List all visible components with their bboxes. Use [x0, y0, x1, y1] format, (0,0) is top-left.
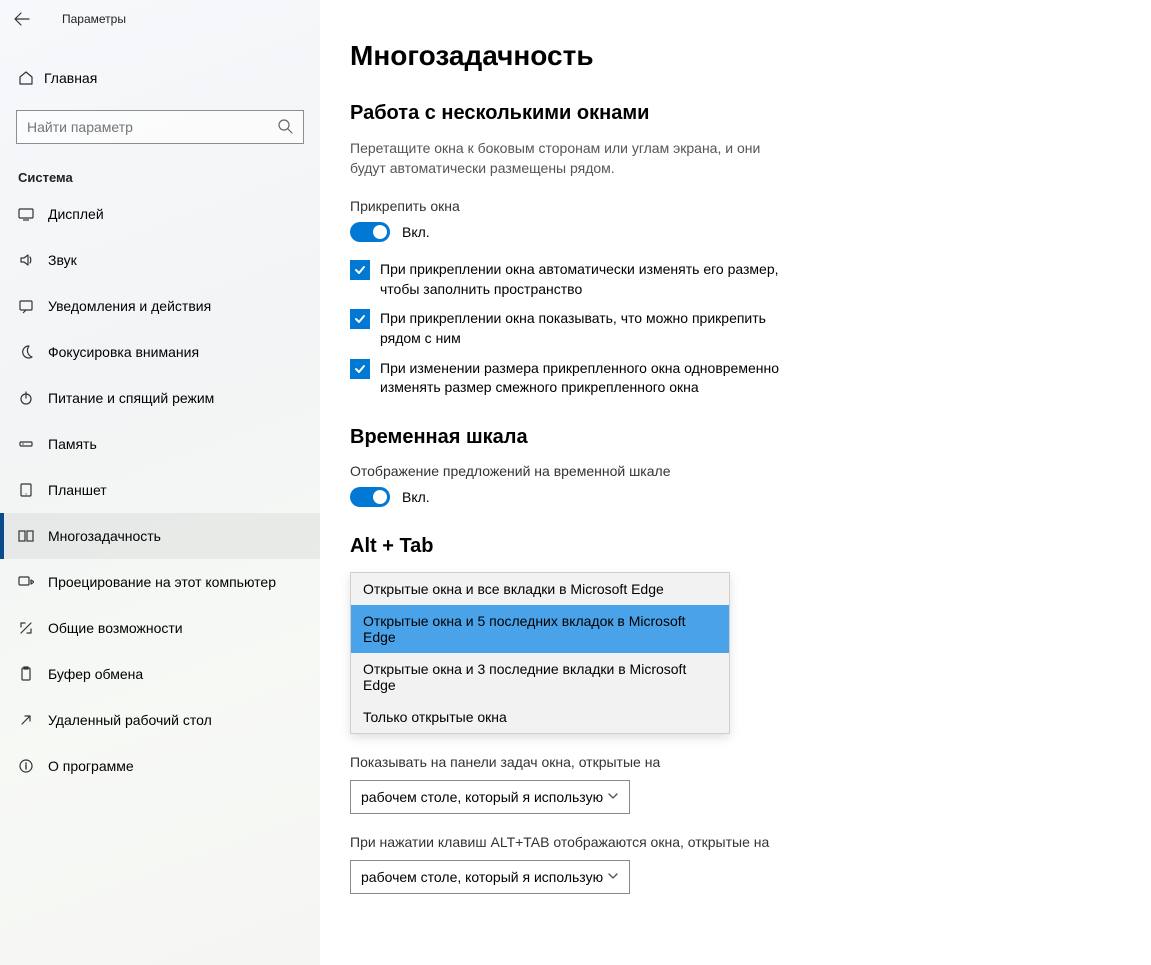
timeline-desc: Отображение предложений на временной шка… — [350, 463, 1151, 479]
snap-check-2: При прикреплении окна показывать, что мо… — [350, 309, 790, 348]
section-snap: Работа с несколькими окнами Перетащите о… — [350, 102, 1151, 398]
snap-toggle-row: Вкл. — [350, 222, 1151, 242]
sidebar-item-label: Планшет — [48, 482, 107, 498]
page-title: Многозадачность — [350, 40, 1151, 72]
chevron-down-icon — [607, 789, 619, 805]
vd-taskbar-select[interactable]: рабочем столе, который я использую — [350, 780, 630, 814]
sidebar-item-label: Общие возможности — [48, 620, 183, 636]
sidebar-item-label: Буфер обмена — [48, 666, 143, 682]
check-icon — [353, 312, 367, 326]
dropdown-option-selected[interactable]: Открытые окна и 5 последних вкладок в Mi… — [351, 605, 729, 653]
sidebar-item-label: Дисплей — [48, 206, 104, 222]
sidebar-item-label: Фокусировка внимания — [48, 344, 199, 360]
select-value: рабочем столе, который я использую — [361, 869, 603, 885]
clipboard-icon — [18, 666, 48, 682]
moon-icon — [18, 344, 48, 360]
checkbox-label: При изменении размера прикрепленного окн… — [380, 359, 790, 398]
checkbox-label: При прикреплении окна показывать, что мо… — [380, 309, 790, 348]
display-icon — [18, 206, 48, 222]
toggle-knob — [373, 225, 387, 239]
sidebar-item-label: Проецирование на этот компьютер — [48, 574, 276, 590]
select-value: рабочем столе, который я использую — [361, 789, 603, 805]
back-button[interactable] — [14, 11, 42, 27]
sidebar-item-notifications[interactable]: Уведомления и действия — [0, 283, 320, 329]
sidebar-item-storage[interactable]: Память — [0, 421, 320, 467]
snap-heading: Работа с несколькими окнами — [350, 102, 1151, 125]
section-vd-taskbar: Показывать на панели задач окна, открыты… — [350, 754, 1151, 814]
snap-toggle-state: Вкл. — [402, 224, 430, 240]
sidebar-nav: Дисплей Звук Уведомления и действия Фоку… — [0, 191, 320, 789]
vd-alttab-label: При нажатии клавиш ALT+TAB отображаются … — [350, 834, 1151, 850]
search-input[interactable] — [16, 110, 304, 144]
sidebar-item-remote[interactable]: Удаленный рабочий стол — [0, 697, 320, 743]
sidebar-item-multitasking[interactable]: Многозадачность — [0, 513, 320, 559]
notifications-icon — [18, 298, 48, 314]
sidebar-item-label: Питание и спящий режим — [48, 390, 214, 406]
window-title: Параметры — [62, 12, 126, 26]
section-timeline: Временная шкала Отображение предложений … — [350, 426, 1151, 507]
arrow-left-icon — [14, 11, 30, 27]
snap-toggle[interactable] — [350, 222, 390, 242]
search-icon — [277, 118, 293, 137]
dropdown-option[interactable]: Только открытые окна — [351, 701, 729, 733]
sidebar-home[interactable]: Главная — [0, 56, 320, 100]
section-alttab: Alt + Tab Открытые окна и все вкладки в … — [350, 535, 1151, 734]
sidebar-item-projecting[interactable]: Проецирование на этот компьютер — [0, 559, 320, 605]
power-icon — [18, 390, 48, 406]
sidebar-item-label: Удаленный рабочий стол — [48, 712, 212, 728]
alttab-heading: Alt + Tab — [350, 535, 1151, 558]
home-icon — [18, 70, 44, 86]
sidebar-item-sound[interactable]: Звук — [0, 237, 320, 283]
vd-alttab-select[interactable]: рабочем столе, который я использую — [350, 860, 630, 894]
main-content: Многозадачность Работа с несколькими окн… — [320, 0, 1151, 965]
checkbox-label: При прикреплении окна автоматически изме… — [380, 260, 790, 299]
home-label: Главная — [44, 70, 97, 86]
snap-check-3: При изменении размера прикрепленного окн… — [350, 359, 790, 398]
timeline-toggle-state: Вкл. — [402, 489, 430, 505]
sidebar-item-focus[interactable]: Фокусировка внимания — [0, 329, 320, 375]
sidebar-item-label: Память — [48, 436, 97, 452]
snap-check-1: При прикреплении окна автоматически изме… — [350, 260, 790, 299]
sidebar-item-about[interactable]: О программе — [0, 743, 320, 789]
shared-icon — [18, 620, 48, 636]
chevron-down-icon — [607, 869, 619, 885]
checkbox[interactable] — [350, 359, 370, 379]
info-icon — [18, 758, 48, 774]
multitasking-icon — [18, 528, 48, 544]
titlebar: Параметры — [0, 0, 320, 38]
sidebar-item-display[interactable]: Дисплей — [0, 191, 320, 237]
check-icon — [353, 263, 367, 277]
dropdown-option[interactable]: Открытые окна и все вкладки в Microsoft … — [351, 573, 729, 605]
sidebar: Параметры Главная Система Дисплей Звук — [0, 0, 320, 965]
sound-icon — [18, 252, 48, 268]
snap-desc: Перетащите окна к боковым сторонам или у… — [350, 139, 780, 178]
toggle-knob — [373, 490, 387, 504]
remote-icon — [18, 712, 48, 728]
dropdown-option[interactable]: Открытые окна и 3 последние вкладки в Mi… — [351, 653, 729, 701]
section-vd-alttab: При нажатии клавиш ALT+TAB отображаются … — [350, 834, 1151, 894]
sidebar-group-label: Система — [18, 170, 320, 185]
project-icon — [18, 574, 48, 590]
timeline-toggle[interactable] — [350, 487, 390, 507]
tablet-icon — [18, 482, 48, 498]
timeline-toggle-row: Вкл. — [350, 487, 1151, 507]
sidebar-item-shared[interactable]: Общие возможности — [0, 605, 320, 651]
sidebar-item-power[interactable]: Питание и спящий режим — [0, 375, 320, 421]
timeline-heading: Временная шкала — [350, 426, 1151, 449]
sidebar-item-label: Многозадачность — [48, 528, 161, 544]
snap-toggle-caption: Прикрепить окна — [350, 198, 1151, 214]
checkbox[interactable] — [350, 309, 370, 329]
search-field[interactable] — [27, 119, 277, 135]
alttab-dropdown[interactable]: Открытые окна и все вкладки в Microsoft … — [350, 572, 730, 734]
check-icon — [353, 362, 367, 376]
sidebar-item-label: Уведомления и действия — [48, 298, 211, 314]
sidebar-item-clipboard[interactable]: Буфер обмена — [0, 651, 320, 697]
sidebar-item-tablet[interactable]: Планшет — [0, 467, 320, 513]
sidebar-item-label: Звук — [48, 252, 77, 268]
storage-icon — [18, 436, 48, 452]
vd-taskbar-label: Показывать на панели задач окна, открыты… — [350, 754, 1151, 770]
checkbox[interactable] — [350, 260, 370, 280]
sidebar-item-label: О программе — [48, 758, 134, 774]
